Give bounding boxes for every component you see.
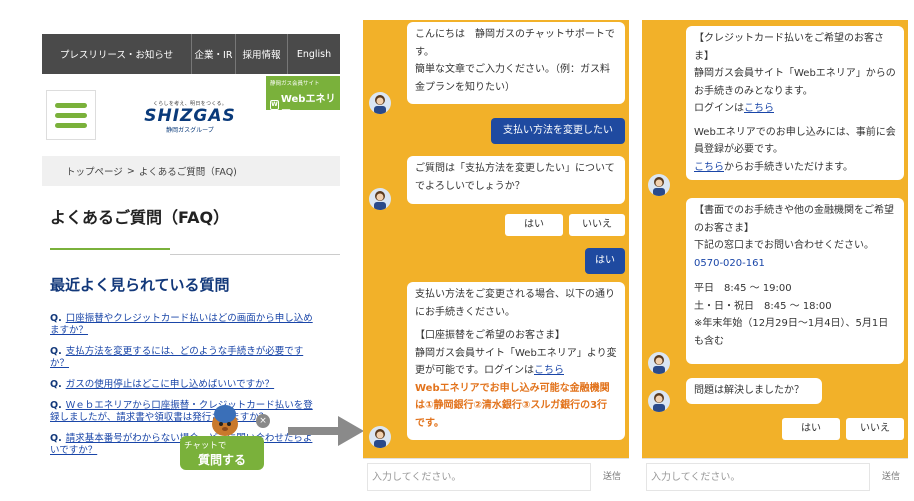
- chat-launcher-bubble[interactable]: チャットで 質問する: [180, 436, 264, 470]
- hours-line: 平日 8:45 〜 19:00: [694, 283, 792, 294]
- card-note: Webエネリアでのお申し込みには、事前に会員登録が必要です。: [694, 126, 896, 156]
- shizgas-logo[interactable]: くらしを考え、明日をつくる。 SHIZGAS 静岡ガスグループ: [138, 100, 242, 134]
- breadcrumb-separator: >: [126, 165, 135, 177]
- nav-english[interactable]: English: [288, 34, 340, 74]
- hours-line: ※年末年始（12月29日〜1月4日）、5月1日も含む: [694, 318, 889, 347]
- faq-link[interactable]: 口座振替やクレジットカード払いはどの画面から申し込めますか？: [50, 313, 313, 336]
- operator-avatar: [369, 92, 391, 114]
- breadcrumb-current: よくあるご質問（FAQ): [138, 167, 237, 178]
- title-divider: [170, 254, 340, 255]
- faq-link[interactable]: ガスの使用停止はどこに申し込めばいいですか？: [66, 379, 274, 390]
- option-yes-button[interactable]: はい: [782, 418, 840, 440]
- send-button[interactable]: 送信: [876, 463, 906, 491]
- breadcrumb: トップページ > よくあるご質問（FAQ): [42, 156, 340, 186]
- register-link[interactable]: こちら: [694, 162, 724, 173]
- top-nav: プレスリリース・お知らせ 企業・IR 採用情報 English: [42, 34, 340, 74]
- q-marker: Q.: [50, 346, 62, 357]
- operator-icon: [653, 177, 665, 196]
- faq-page-panel: プレスリリース・お知らせ 企業・IR 採用情報 English くらしを考え、明…: [42, 34, 340, 474]
- operator-avatar: [648, 352, 670, 374]
- operator-avatar: [369, 426, 391, 448]
- menu-bar-icon: [55, 122, 87, 128]
- close-icon[interactable]: ×: [256, 414, 270, 428]
- login-link[interactable]: こちら: [534, 365, 564, 376]
- bot-resolved-message: 問題は解決しましたか？: [686, 378, 822, 404]
- logo-brand: SHIZGAS: [144, 106, 236, 126]
- bank-note: Webエネリアでお申し込み可能な金融機関は①静岡銀行②清水銀行③スルガ銀行の3行…: [415, 382, 610, 429]
- operator-icon: [374, 429, 386, 448]
- operator-icon: [374, 95, 386, 114]
- bot-greeting-message: こんにちは 静岡ガスのチャットサポートです。 簡単な文章でご入力ください。（例：…: [407, 22, 625, 104]
- card-login-text: ログインは: [694, 103, 744, 114]
- card-heading: 【クレジットカード払いをご希望のお客さま】: [694, 33, 884, 62]
- phone-number[interactable]: 0570-020-161: [694, 255, 896, 273]
- chat-launcher-button[interactable]: チャットで 質問する ×: [180, 402, 270, 470]
- title-underline: [50, 248, 170, 250]
- answer-intro: 支払い方法をご変更される場合、以下の通りにお手続きください。: [415, 289, 615, 318]
- chat-input-field[interactable]: 入力してください。: [367, 463, 591, 491]
- q-marker: Q.: [50, 379, 62, 390]
- nav-corporate-ir[interactable]: 企業・IR: [192, 34, 236, 74]
- answer-body: 静岡ガス会員サイト「Webエネリア」より変更が可能です。ログインは: [415, 347, 617, 377]
- operator-icon: [653, 355, 665, 374]
- web-eneria-banner[interactable]: 静岡ガス会員サイト W Webエネリア: [266, 76, 340, 120]
- menu-bar-icon: [55, 112, 87, 118]
- faq-link[interactable]: 支払方法を変更するには、どのような手続きが必要ですか？: [50, 346, 303, 369]
- breadcrumb-home[interactable]: トップページ: [66, 164, 123, 178]
- bot-answer-message: 支払い方法をご変更される場合、以下の通りにお手続きください。 【口座振替をご希望…: [407, 282, 625, 440]
- answer-heading: 【口座振替をご希望のお客さま】: [415, 330, 565, 341]
- chat-input-bar: 入力してください。 送信: [642, 458, 908, 494]
- faq-item[interactable]: Q. ガスの使用停止はどこに申し込めばいいですか？: [50, 379, 320, 391]
- section-title: 最近よく見られている質問: [50, 276, 230, 294]
- web-eneria-icon: W: [270, 100, 279, 110]
- option-yes-button[interactable]: はい: [505, 214, 563, 236]
- faq-item[interactable]: Q. 口座振替やクレジットカード払いはどの画面から申し込めますか？: [50, 313, 320, 337]
- card-register-text: からお手続きいただけます。: [724, 161, 853, 173]
- greeting-line: こんにちは 静岡ガスのチャットサポートです。: [415, 29, 615, 58]
- paper-heading: 【書面でのお手続きや他の金融機関をご希望のお客さま】: [694, 205, 894, 234]
- q-marker: Q.: [50, 433, 62, 444]
- chat-launcher-line1: チャットで: [184, 441, 227, 451]
- chat-window-1: こんにちは 静岡ガスのチャットサポートです。 簡単な文章でご入力ください。（例：…: [363, 20, 629, 494]
- hours-line: 土・日・祝日 8:45 〜 18:00: [694, 300, 832, 312]
- faq-item[interactable]: Q. 支払方法を変更するには、どのような手続きが必要ですか？: [50, 346, 320, 370]
- send-button[interactable]: 送信: [597, 463, 627, 491]
- card-body: 静岡ガス会員サイト「Webエネリア」からのお手続きのみとなります。: [694, 68, 896, 97]
- operator-icon: [653, 393, 665, 412]
- menu-bar-icon: [55, 102, 87, 108]
- web-eneria-banner-top: 静岡ガス会員サイト: [270, 81, 320, 87]
- chat-window-2: 【クレジットカード払いをご希望のお客さま】 静岡ガス会員サイト「Webエネリア」…: [642, 20, 908, 494]
- bot-confirm-message: ご質問は「支払方法を変更したい」についてでよろしいでしょうか？: [407, 156, 625, 204]
- chat-input-bar: 入力してください。 送信: [363, 458, 629, 494]
- site-header: くらしを考え、明日をつくる。 SHIZGAS 静岡ガスグループ 静岡ガス会員サイ…: [42, 74, 340, 148]
- bot-card-message: 【クレジットカード払いをご希望のお客さま】 静岡ガス会員サイト「Webエネリア」…: [686, 26, 904, 180]
- user-message-bubble: 支払い方法を変更したい: [491, 118, 625, 144]
- chat-launcher-line2: 質問する: [198, 453, 247, 467]
- nav-press-release[interactable]: プレスリリース・お知らせ: [42, 34, 192, 74]
- operator-icon: [374, 191, 386, 210]
- q-marker: Q.: [50, 400, 62, 411]
- web-eneria-name: Webエネリア: [280, 94, 336, 120]
- option-no-button[interactable]: いいえ: [569, 214, 625, 236]
- page-title: よくあるご質問（FAQ）: [50, 208, 230, 227]
- q-marker: Q.: [50, 313, 62, 324]
- mascot-icon: [212, 405, 238, 436]
- paper-body: 下記の窓口までお問い合わせください。: [694, 240, 874, 251]
- nav-recruit[interactable]: 採用情報: [236, 34, 288, 74]
- operator-avatar: [648, 174, 670, 196]
- arrow-right-icon: [288, 416, 364, 446]
- login-link[interactable]: こちら: [744, 103, 774, 114]
- hamburger-menu-button[interactable]: [46, 90, 96, 140]
- bot-paper-message: 【書面でのお手続きや他の金融機関をご希望のお客さま】 下記の窓口までお問い合わせ…: [686, 198, 904, 364]
- logo-group: 静岡ガスグループ: [166, 127, 214, 134]
- option-no-button[interactable]: いいえ: [846, 418, 904, 440]
- operator-avatar: [369, 188, 391, 210]
- user-reply-bubble: はい: [585, 248, 625, 274]
- chat-input-field[interactable]: 入力してください。: [646, 463, 870, 491]
- greeting-line: 簡単な文章でご入力ください。（例：ガス料金プランを知りたい）: [415, 64, 610, 93]
- operator-avatar: [648, 390, 670, 412]
